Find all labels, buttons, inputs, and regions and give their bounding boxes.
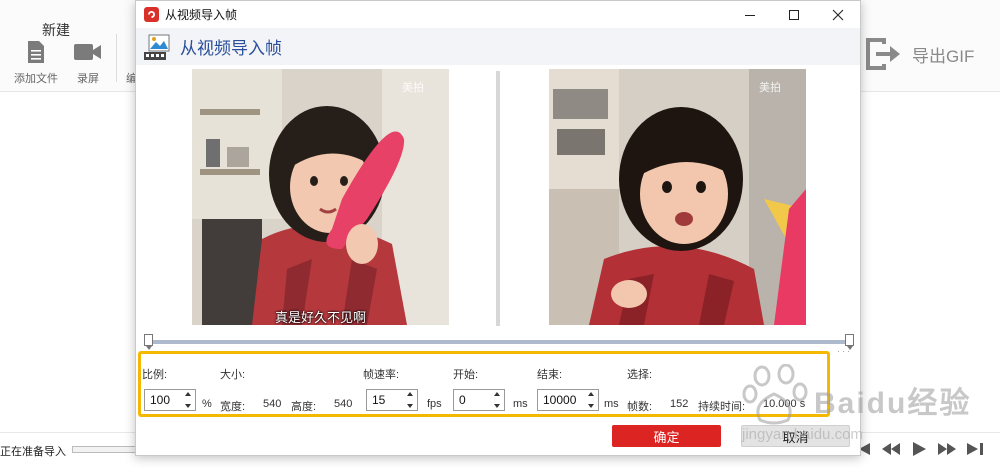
status-text: 正在准备导入 [0,446,66,458]
decrement-arrow-icon[interactable] [494,404,500,408]
slider-start-handle[interactable] [144,334,153,350]
start-stepper-arrows[interactable] [493,392,502,408]
width-value: 540 [263,398,282,410]
frame-range-slider[interactable]: ··· [144,334,854,356]
fps-stepper[interactable] [366,389,418,411]
previous-frame-icon[interactable] [880,440,902,458]
fps-label: 帧速率: [363,369,400,381]
toolbar-separator [116,34,117,82]
next-frame-icon[interactable] [936,440,958,458]
start-unit: ms [513,398,528,410]
end-stepper-arrows[interactable] [587,392,596,408]
increment-arrow-icon[interactable] [185,392,191,396]
cancel-button[interactable]: 取消 [741,425,850,447]
dialog-titlebar[interactable]: 从视频导入帧 [136,1,860,28]
maximize-button[interactable] [772,1,816,28]
status-progress-bar [72,446,136,453]
fps-stepper-arrows[interactable] [406,392,415,408]
close-icon [832,9,844,20]
end-stepper[interactable] [537,389,599,411]
export-gif-button[interactable]: 导出GIF [862,34,974,74]
record-screen-label: 录屏 [77,73,99,85]
dialog-header-title: 从视频导入帧 [180,39,282,58]
play-icon[interactable] [908,440,930,458]
maximize-icon [789,9,799,20]
fps-unit: fps [427,398,442,410]
preview-divider [496,71,500,326]
frames-label: 帧数: [627,401,653,413]
duration-label: 持续时间: [698,401,746,413]
start-label: 开始: [453,369,479,381]
scale-unit: % [202,398,212,410]
app-logo-icon [144,7,159,22]
preview-watermark-right: 美拍 [759,82,781,94]
increment-arrow-icon[interactable] [588,392,594,396]
increment-arrow-icon[interactable] [494,392,500,396]
width-label: 宽度: [220,401,246,413]
import-parameters-panel: 比例: 大小: 帧速率: 开始: 结束: 选择: % 宽度: 540 高度: 5… [138,351,830,417]
scale-label: 比例: [142,369,168,381]
close-button[interactable] [816,1,860,28]
export-icon [866,38,900,70]
dialog-header: 从视频导入帧 [136,28,860,65]
selection-label: 选择: [627,369,653,381]
record-screen-button[interactable]: 录屏 [60,40,116,86]
frames-value: 152 [670,398,689,410]
preview-watermark-left: 美拍 [402,82,424,94]
height-label: 高度: [291,401,317,413]
decrement-arrow-icon[interactable] [185,404,191,408]
window-title: 从视频导入帧 [165,8,238,22]
video-import-icon [144,34,170,60]
minimize-button[interactable] [728,1,772,28]
add-file-label: 添加文件 [14,73,58,85]
video-camera-icon [74,44,101,60]
scale-stepper-arrows[interactable] [184,392,193,408]
decrement-arrow-icon[interactable] [588,404,594,408]
slider-track [146,340,852,344]
ok-button[interactable]: 确定 [612,425,721,447]
start-frame-preview: 美拍 真是好久不见啊 [192,69,449,325]
increment-arrow-icon[interactable] [407,392,413,396]
preview-caption-left: 真是好久不见啊 [274,310,366,325]
end-frame-preview: 美拍 [549,69,806,325]
last-frame-icon[interactable] [964,440,986,458]
minimize-icon [745,14,755,16]
add-file-button[interactable]: 添加文件 [8,40,64,86]
height-value: 540 [334,398,353,410]
window-controls [728,1,860,28]
decrement-arrow-icon[interactable] [407,404,413,408]
import-from-video-dialog: 从视频导入帧 从视频导入帧 美拍 真是好久不见啊 美拍 ··· 比例: 大小: … [135,0,861,456]
new-section-label: 新建 [42,22,70,38]
playback-controls [852,440,986,458]
slider-tick-dots: ··· [837,346,852,356]
slider-end-handle[interactable] [845,334,854,350]
start-stepper[interactable] [453,389,505,411]
end-label: 结束: [537,369,563,381]
scale-stepper[interactable] [144,389,196,411]
duration-value: 10.000 s [763,398,806,410]
document-icon [28,41,44,63]
end-unit: ms [604,398,619,410]
export-gif-label: 导出GIF [912,46,975,66]
size-label: 大小: [220,369,246,381]
